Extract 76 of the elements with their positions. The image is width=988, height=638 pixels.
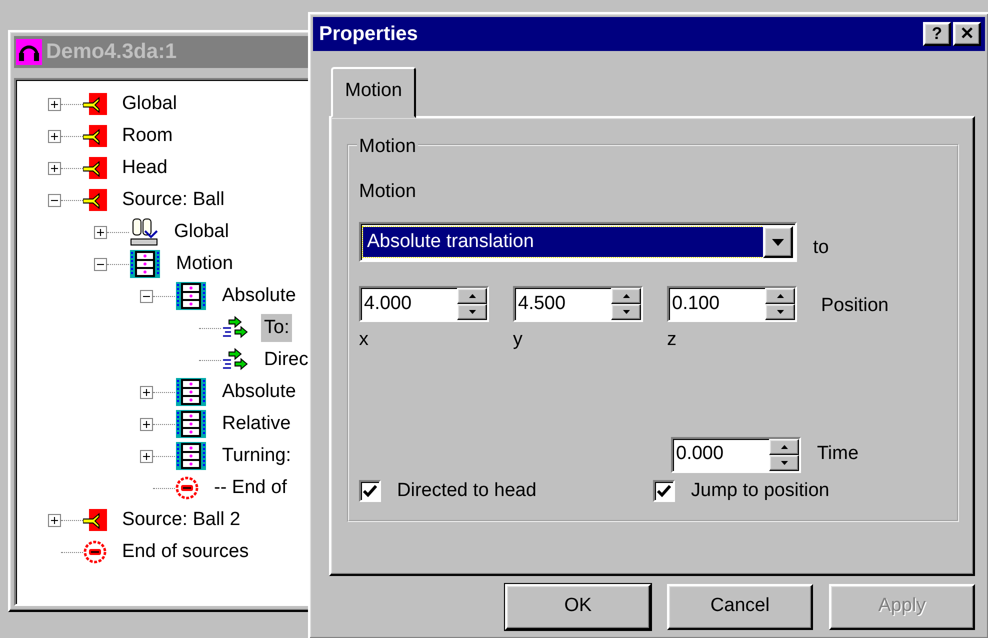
stop-icon xyxy=(83,540,107,564)
check-icon xyxy=(657,484,671,497)
tree-item[interactable]: Absolute xyxy=(219,378,299,406)
tree-item[interactable]: Absolute xyxy=(219,282,299,310)
field-label: Position xyxy=(821,294,889,318)
expand-toggle[interactable] xyxy=(48,194,61,206)
number-field[interactable]: 4.500 xyxy=(513,286,643,322)
window-title: Demo4.3da:1 xyxy=(46,39,177,66)
field-label: Time xyxy=(817,442,859,466)
plug-icon xyxy=(83,125,107,147)
tree-item[interactable]: Room xyxy=(119,122,176,150)
plug-icon xyxy=(83,93,107,115)
tab[interactable]: Motion xyxy=(331,67,416,118)
stop-icon xyxy=(175,476,199,500)
axis-label: x xyxy=(359,328,370,352)
axis-label: y xyxy=(513,328,524,352)
dialog-title: Properties xyxy=(319,22,419,47)
number-field[interactable]: 4.000 xyxy=(359,286,489,322)
checkbox-label: Directed to head xyxy=(397,478,536,502)
caret-icon xyxy=(772,238,784,246)
film-icon xyxy=(129,249,161,279)
down-icon xyxy=(622,310,630,314)
tree-item[interactable]: Direc xyxy=(261,346,312,374)
checkbox-label: Jump to position xyxy=(691,478,830,502)
check-icon xyxy=(363,484,377,497)
number-field[interactable]: 0.100 xyxy=(667,286,797,322)
tree-item[interactable]: Head xyxy=(119,154,170,182)
checkbox[interactable] xyxy=(359,480,381,502)
axis-label: z xyxy=(667,328,678,352)
expand-toggle[interactable] xyxy=(94,226,107,238)
expand-toggle[interactable] xyxy=(140,386,153,398)
tree-item[interactable]: End of sources xyxy=(119,538,252,566)
plug-icon xyxy=(83,157,107,179)
up-icon xyxy=(780,444,788,448)
tree-item[interactable]: Source: Ball 2 xyxy=(119,506,244,534)
expand-toggle[interactable] xyxy=(48,514,61,526)
tree-item[interactable]: Turning: xyxy=(219,442,294,470)
film-icon xyxy=(175,377,207,407)
plug-icon xyxy=(83,509,107,531)
tree-item[interactable]: Global xyxy=(171,218,232,246)
expand-toggle[interactable] xyxy=(48,98,61,110)
figures-icon xyxy=(129,217,159,247)
dialog-button[interactable]: Cancel xyxy=(667,584,813,630)
tree-item[interactable]: Global xyxy=(119,90,180,118)
down-icon xyxy=(780,460,788,464)
arrows-icon xyxy=(221,316,249,340)
expand-toggle[interactable] xyxy=(94,258,107,270)
expand-toggle[interactable] xyxy=(140,418,153,430)
down-icon xyxy=(776,310,784,314)
expand-toggle[interactable] xyxy=(48,162,61,174)
tree-item[interactable]: To: xyxy=(261,314,292,342)
film-icon xyxy=(175,281,207,311)
field-label: Motion xyxy=(359,180,418,204)
down-icon xyxy=(468,310,476,314)
help-button[interactable]: ? xyxy=(923,22,951,46)
film-icon xyxy=(175,441,207,471)
tree-item[interactable]: Source: Ball xyxy=(119,186,228,214)
tree-item[interactable]: -- End of xyxy=(211,474,290,502)
number-field[interactable]: 0.000 xyxy=(671,436,801,472)
up-icon xyxy=(776,294,784,298)
dialog-button[interactable]: OK xyxy=(505,584,651,630)
motion-dropdown[interactable]: Absolute translation xyxy=(359,222,797,262)
expand-toggle[interactable] xyxy=(48,130,61,142)
field-label: to xyxy=(813,236,829,260)
checkbox[interactable] xyxy=(653,480,675,502)
up-icon xyxy=(468,294,476,298)
plug-icon xyxy=(83,189,107,211)
arrows-icon xyxy=(221,348,249,372)
expand-toggle[interactable] xyxy=(140,450,153,462)
tree-item[interactable]: Relative xyxy=(219,410,294,438)
tree-item[interactable]: Motion xyxy=(173,250,236,278)
headphones-icon xyxy=(16,39,42,65)
close-button[interactable]: ✕ xyxy=(953,22,981,46)
up-icon xyxy=(622,294,630,298)
film-icon xyxy=(175,409,207,439)
expand-toggle[interactable] xyxy=(140,290,153,302)
